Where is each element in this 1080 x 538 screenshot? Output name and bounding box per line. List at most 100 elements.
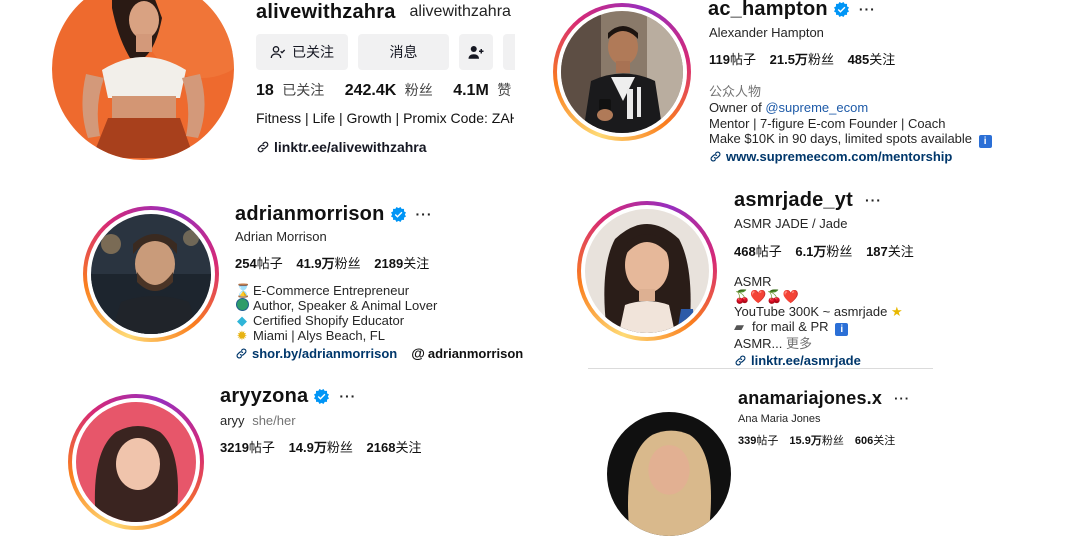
- followers-count: 15.9万: [789, 435, 822, 447]
- avatar: [76, 402, 196, 522]
- star-icon: ★: [890, 304, 903, 319]
- avatar-photo: [52, 0, 234, 160]
- bio-line-3-text: Certified Shopify Educator: [253, 313, 405, 328]
- following-label: 已关注: [282, 82, 325, 98]
- verified-badge-icon: [314, 389, 329, 404]
- more-options-icon[interactable]: ···: [339, 388, 356, 404]
- profile-link[interactable]: linktr.ee/alivewithzahra: [256, 139, 427, 155]
- avatar-ring[interactable]: [68, 394, 204, 530]
- verified-badge-icon: [391, 207, 406, 222]
- posts-count: 339: [738, 435, 757, 447]
- following-label: 关注: [869, 52, 896, 67]
- bio-line-5: ASMR... 更多: [734, 336, 903, 351]
- posts-label: 帖子: [256, 256, 283, 271]
- more-options-icon[interactable]: ···: [894, 391, 910, 406]
- hourglass-icon: ⌛: [235, 283, 252, 298]
- following-label: 关注: [873, 435, 896, 447]
- more-options-icon[interactable]: ···: [859, 1, 876, 17]
- followers-label: 粉丝: [404, 82, 433, 98]
- username: adrianmorrison: [235, 202, 385, 225]
- posts-count: 119: [709, 52, 730, 67]
- following-count: 2189: [374, 256, 404, 271]
- category: 公众人物: [709, 84, 762, 99]
- follow-button[interactable]: 已关注: [256, 34, 348, 70]
- pronouns: she/her: [252, 413, 296, 428]
- bio-line-2: 🍒❤️🍒❤️: [734, 289, 903, 304]
- bio-owner-prefix: Owner of: [709, 100, 766, 115]
- followers-count: 14.9万: [288, 440, 327, 455]
- external-link[interactable]: linktr.ee/asmrjade: [751, 353, 861, 368]
- profile-ac-hampton: ac_hampton ··· Alexander Hampton 119帖子 2…: [540, 0, 1080, 180]
- bio-line-3: ◆ Certified Shopify Educator: [235, 313, 437, 328]
- username: alivewithzahra: [256, 0, 396, 23]
- avatar: [607, 412, 731, 536]
- message-button-label: 消息: [389, 44, 418, 60]
- full-name: Ana Maria Jones: [738, 413, 821, 425]
- full-name: ASMR JADE / Jade: [734, 216, 848, 231]
- posts-label: 帖子: [756, 435, 779, 447]
- following-count: 606: [854, 435, 874, 447]
- avatar: [561, 11, 683, 133]
- avatar[interactable]: [52, 0, 234, 160]
- bio-line-2: Author, Speaker & Animal Lover: [235, 298, 437, 313]
- handle: alivewithzahra: [409, 3, 511, 20]
- bio-line-2: Mentor | 7-figure E-com Founder | Coach: [709, 115, 946, 131]
- posts-label: 帖子: [729, 52, 756, 67]
- bio-line-3-text: Make $10K in 90 days, limited spots avai…: [709, 131, 973, 146]
- sun-icon: ✹: [236, 328, 248, 343]
- globe-icon: [235, 298, 249, 313]
- followers-label: 粉丝: [807, 52, 834, 67]
- more-options-icon[interactable]: ···: [865, 192, 882, 208]
- bio-truncated-text: ASMR...: [734, 336, 787, 351]
- bio-line-4-text: Miami | Alys Beach, FL: [253, 328, 385, 343]
- bio-line-1: ASMR: [734, 274, 772, 289]
- profile-adrianmorrison: adrianmorrison ··· Adrian Morrison 254帖子…: [0, 180, 540, 370]
- more-options-icon[interactable]: ···: [416, 206, 433, 222]
- add-friend-button[interactable]: [459, 34, 493, 70]
- username: anamariajones.x: [738, 387, 883, 408]
- followers-count: 21.5万: [769, 52, 808, 67]
- avatar-ring[interactable]: [83, 206, 219, 342]
- avatar: [585, 209, 709, 333]
- link-icon: [734, 354, 747, 367]
- bio-line-1-text: E-Commerce Entrepreneur: [253, 283, 410, 298]
- bio-line-1: Owner of @supreme_ecom: [709, 100, 992, 116]
- following-count: 187: [866, 244, 888, 259]
- more-button[interactable]: [503, 34, 515, 70]
- username: asmrjade_yt: [734, 188, 853, 211]
- info-icon: i: [835, 323, 849, 336]
- section-divider: [588, 368, 933, 369]
- add-user-icon: [468, 46, 484, 59]
- bio-line-3: YouTube 300K ~ asmrjade ★: [734, 304, 903, 319]
- threads-handle[interactable]: adrianmorrison: [428, 346, 523, 361]
- message-button[interactable]: 消息: [358, 34, 449, 70]
- following-count: 18: [256, 82, 274, 99]
- link-icon: [256, 140, 270, 154]
- following-label: 关注: [887, 244, 914, 259]
- avatar-ring[interactable]: [553, 3, 691, 141]
- full-name: Alexander Hampton: [709, 25, 824, 40]
- following-count: 2168: [366, 440, 396, 455]
- avatar-photo: [561, 11, 683, 133]
- posts-label: 帖子: [248, 440, 275, 455]
- external-link[interactable]: www.supremeecom.com/mentorship: [709, 149, 952, 164]
- likes-label: 赞: [497, 82, 512, 98]
- followers-count: 242.4K: [344, 82, 397, 99]
- diamond-icon: ◆: [237, 313, 247, 328]
- profile-alivewithzahra: alivewithzahra alivewithzahra 已关注 消息 18 …: [0, 0, 540, 180]
- more-link[interactable]: 更多: [786, 336, 812, 351]
- external-link[interactable]: shor.by/adrianmorrison: [252, 346, 397, 361]
- following-label: 关注: [403, 256, 430, 271]
- profile-link-text: linktr.ee/alivewithzahra: [274, 139, 427, 155]
- avatar-ring[interactable]: [577, 201, 717, 341]
- posts-count: 254: [235, 256, 257, 271]
- profile-asmrjade: asmrjade_yt ··· ASMR JADE / Jade 468帖子 6…: [540, 180, 1080, 370]
- link-icon: [709, 150, 722, 163]
- info-icon: i: [978, 135, 992, 148]
- avatar-photo: [585, 209, 709, 333]
- avatar-photo: [91, 214, 211, 334]
- external-link-text: www.supremeecom.com/mentorship: [726, 149, 953, 164]
- avatar-ring[interactable]: [605, 410, 733, 538]
- username: aryyzona: [220, 384, 309, 407]
- supreme-ecom-mention[interactable]: @supreme_ecom: [765, 100, 868, 115]
